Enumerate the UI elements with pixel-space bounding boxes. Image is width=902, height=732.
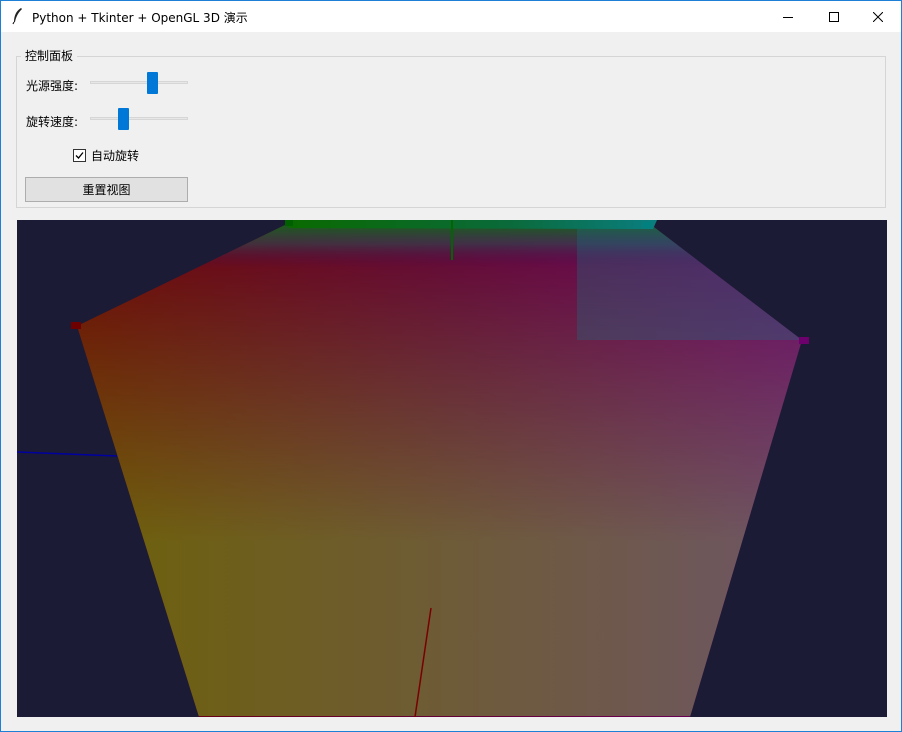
close-button[interactable] [855,1,901,32]
minimize-button[interactable] [765,1,811,32]
close-icon [873,11,883,22]
auto-rotate-checkbox[interactable]: 自动旋转 [73,147,139,163]
maximize-button[interactable] [811,1,857,32]
window-title: Python + Tkinter + OpenGL 3D 演示 [32,11,248,25]
corner-marker [799,337,809,344]
app-window: Python + Tkinter + OpenGL 3D 演示 控制面板 光源强… [0,0,902,732]
maximize-icon [829,11,839,22]
corner-marker [71,322,81,329]
light-intensity-label: 光源强度: [26,79,79,93]
slider-thumb[interactable] [118,108,129,130]
rotation-speed-label: 旋转速度: [26,115,79,129]
check-icon [75,151,84,159]
z-axis-line [17,451,118,457]
corner-marker [285,220,293,226]
control-panel-legend: 控制面板 [21,47,78,64]
corner-marker [643,222,651,228]
feather-icon [10,7,26,25]
cube [77,223,802,717]
auto-rotate-label: 自动旋转 [91,148,140,163]
title-bar[interactable]: Python + Tkinter + OpenGL 3D 演示 [1,1,901,32]
minimize-icon [783,12,793,22]
light-intensity-slider[interactable] [90,72,188,94]
checkbox-box[interactable] [73,148,86,162]
3d-scene [17,220,809,717]
cube-top-edge [287,220,657,229]
slider-track [90,81,188,84]
slider-track [90,117,188,120]
reset-view-button[interactable]: 重置视图 [25,177,188,202]
opengl-viewport[interactable] [17,220,887,717]
rotation-speed-slider[interactable] [90,108,188,130]
slider-thumb[interactable] [147,72,158,94]
